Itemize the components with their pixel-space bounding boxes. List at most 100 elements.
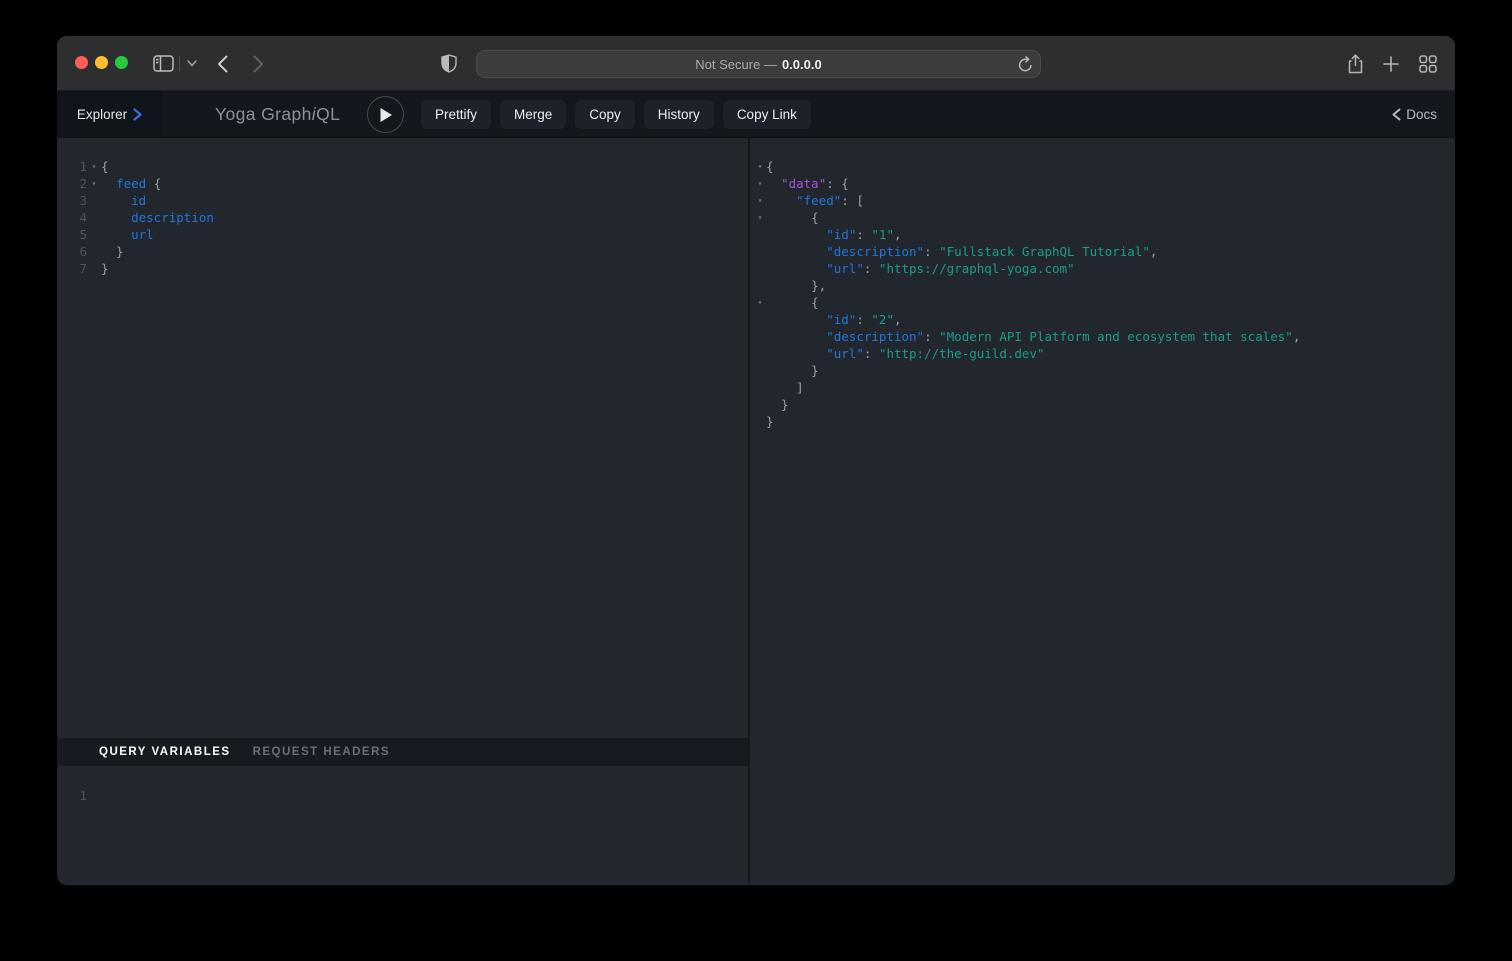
line-number: 1 <box>73 158 87 175</box>
line-number: 3 <box>73 192 87 209</box>
tab-request-headers[interactable]: REQUEST HEADERS <box>253 746 391 758</box>
code-token: : <box>864 345 879 362</box>
code-line: } <box>750 396 1455 413</box>
play-icon <box>379 107 393 123</box>
code-token: "id" <box>826 226 856 243</box>
code-line: ▾{ <box>750 158 1455 175</box>
code-token: "id" <box>826 311 856 328</box>
code-token: "1" <box>871 226 894 243</box>
line-number: 1 <box>73 787 87 804</box>
fold-gutter <box>754 379 766 396</box>
docs-label: Docs <box>1406 107 1437 122</box>
fold-gutter <box>754 260 766 277</box>
fold-gutter <box>87 787 101 804</box>
tab-query-variables[interactable]: QUERY VARIABLES <box>99 746 231 758</box>
share-icon[interactable] <box>1347 36 1364 91</box>
fold-gutter <box>754 362 766 379</box>
line-number: 6 <box>73 243 87 260</box>
code-line: 1 <box>57 787 748 804</box>
code-token <box>766 226 826 243</box>
code-line: 5 url <box>57 226 748 243</box>
sidebar-toggle-icon[interactable] <box>153 36 174 91</box>
fold-gutter <box>754 396 766 413</box>
code-token: "2" <box>871 311 894 328</box>
main-area: 1▾{2▾ feed {3 id4 description5 url6 }7} … <box>57 138 1455 884</box>
copy-button[interactable]: Copy <box>575 100 635 129</box>
code-token: { <box>766 294 819 311</box>
tab-overview-icon[interactable] <box>1419 36 1437 91</box>
code-token: : <box>856 311 871 328</box>
code-line: "url": "https://graphql-yoga.com" <box>750 260 1455 277</box>
code-token: } <box>766 362 819 379</box>
result-pane: ▾{▾ "data": {▾ "feed": [▾ { "id": "1", "… <box>750 138 1455 884</box>
secondary-editor-tabbar: QUERY VARIABLES REQUEST HEADERS <box>57 738 748 766</box>
code-token: "description" <box>826 328 924 345</box>
fold-arrow-icon[interactable]: ▾ <box>754 192 766 209</box>
titlebar-separator <box>179 56 180 71</box>
fold-gutter <box>87 260 101 277</box>
code-token: } <box>766 413 774 430</box>
code-token: url <box>131 226 154 243</box>
code-line: 3 id <box>57 192 748 209</box>
browser-titlebar: Not Secure — 0.0.0.0 <box>57 36 1455 91</box>
fold-gutter <box>754 226 766 243</box>
code-token <box>766 192 796 209</box>
code-token: }, <box>766 277 826 294</box>
code-token: "url" <box>826 345 864 362</box>
code-token <box>101 192 131 209</box>
fold-arrow-icon[interactable]: ▾ <box>754 209 766 226</box>
fold-arrow-icon[interactable]: ▾ <box>87 175 101 192</box>
code-token: description <box>131 209 214 226</box>
code-line: }, <box>750 277 1455 294</box>
code-line: "url": "http://the-guild.dev" <box>750 345 1455 362</box>
minimize-window-button[interactable] <box>95 56 108 69</box>
code-token: : <box>864 260 879 277</box>
code-token: : [ <box>841 192 864 209</box>
address-bar[interactable]: Not Secure — 0.0.0.0 <box>476 50 1041 78</box>
url-security-label: Not Secure — <box>695 57 777 72</box>
code-token: { <box>766 209 819 226</box>
code-token: : <box>924 328 939 345</box>
code-line: ▾ { <box>750 294 1455 311</box>
url-host: 0.0.0.0 <box>782 57 822 72</box>
back-button-icon[interactable] <box>217 36 228 91</box>
code-token: , <box>894 226 902 243</box>
fold-arrow-icon[interactable]: ▾ <box>754 294 766 311</box>
query-editor[interactable]: 1▾{2▾ feed {3 id4 description5 url6 }7} <box>57 138 748 738</box>
close-window-button[interactable] <box>75 56 88 69</box>
fold-gutter <box>754 345 766 362</box>
code-line: 6 } <box>57 243 748 260</box>
code-token: "https://graphql-yoga.com" <box>879 260 1075 277</box>
code-token: , <box>894 311 902 328</box>
code-token: ] <box>766 379 804 396</box>
query-variables-editor[interactable]: 1 <box>57 766 748 884</box>
explorer-toggle-button[interactable]: Explorer <box>57 91 162 137</box>
code-token: id <box>131 192 146 209</box>
prettify-button[interactable]: Prettify <box>421 100 491 129</box>
toolbar-buttons: Prettify Merge Copy History Copy Link <box>421 100 811 129</box>
fold-arrow-icon[interactable]: ▾ <box>754 158 766 175</box>
line-number: 2 <box>73 175 87 192</box>
fold-gutter <box>87 226 101 243</box>
code-line: "description": "Modern API Platform and … <box>750 328 1455 345</box>
code-token: { <box>146 175 161 192</box>
code-token: "Modern API Platform and ecosystem that … <box>939 328 1293 345</box>
code-token: { <box>101 158 109 175</box>
execute-query-button[interactable] <box>367 96 404 133</box>
copy-link-button[interactable]: Copy Link <box>723 100 811 129</box>
code-token <box>766 345 826 362</box>
fold-arrow-icon[interactable]: ▾ <box>87 158 101 175</box>
zoom-window-button[interactable] <box>115 56 128 69</box>
chevron-down-icon[interactable] <box>187 36 197 91</box>
history-button[interactable]: History <box>644 100 714 129</box>
code-line: 7} <box>57 260 748 277</box>
reload-icon[interactable] <box>1018 56 1033 73</box>
code-token <box>766 311 826 328</box>
fold-arrow-icon[interactable]: ▾ <box>754 175 766 192</box>
code-token <box>766 243 826 260</box>
forward-button-icon[interactable] <box>253 36 264 91</box>
docs-button[interactable]: Docs <box>1392 91 1437 137</box>
privacy-shield-icon[interactable] <box>441 36 457 91</box>
merge-button[interactable]: Merge <box>500 100 566 129</box>
new-tab-plus-icon[interactable] <box>1383 36 1399 91</box>
